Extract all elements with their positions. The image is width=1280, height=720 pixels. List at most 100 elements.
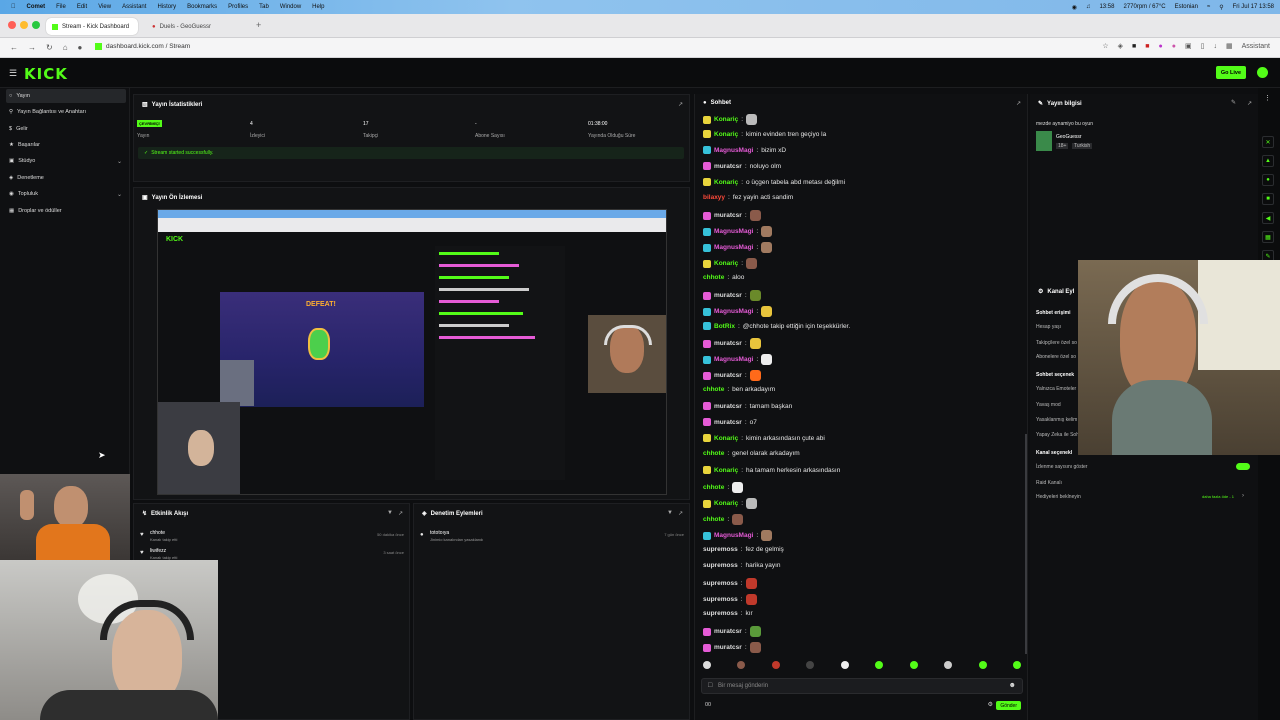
chat-scrollbar[interactable] <box>1025 434 1027 654</box>
setting-item[interactable]: Hesap yaşı <box>1036 324 1061 330</box>
chat-settings-icon[interactable]: □ <box>708 682 712 689</box>
chat-username[interactable]: BotRix <box>714 323 735 330</box>
keyboard-locale[interactable]: Estonian <box>1175 4 1198 10</box>
sidebar-item-droplar[interactable]: ▦ Droplar ve ödüller <box>6 204 126 218</box>
setting-item[interactable]: Abonelere özel so <box>1036 354 1076 360</box>
chat-username[interactable]: chhote <box>703 274 724 281</box>
download-icon[interactable]: ↓ <box>1213 43 1217 50</box>
menu-help[interactable]: Help <box>312 4 324 10</box>
chat-username[interactable]: chhote <box>703 450 724 457</box>
chat-username[interactable]: MagnusMagi <box>714 228 753 235</box>
emote-icon[interactable] <box>875 661 884 669</box>
chat-username[interactable]: supremoss <box>703 580 738 587</box>
tab-kick-dashboard[interactable]: Stream - Kick Dashboard <box>46 18 138 35</box>
sidebar-item-stream-key[interactable]: ⚲ Yayın Bağlantısı ve Anahtarı <box>6 105 126 119</box>
chat-username[interactable]: supremoss <box>703 546 738 553</box>
chat-username[interactable]: Konariç <box>714 131 738 138</box>
expand-icon[interactable]: ↗ <box>1247 100 1252 107</box>
go-live-button[interactable]: Go Live <box>1215 66 1246 79</box>
more-icon[interactable]: ⋮ <box>1264 94 1271 102</box>
home-icon[interactable]: ⌂ <box>63 43 68 52</box>
expand-icon[interactable]: ↗ <box>1016 100 1021 107</box>
forward-icon[interactable]: → <box>28 43 36 52</box>
moderation-user[interactable]: tototoıya <box>430 530 449 536</box>
search-icon[interactable]: ⚲ <box>1219 4 1223 11</box>
menu-history[interactable]: History <box>157 4 176 10</box>
chat-username[interactable]: chhote <box>703 516 724 523</box>
filter-icon[interactable]: ▼ <box>667 510 673 516</box>
setting-item[interactable]: Hediyeleri beklneyin <box>1036 494 1081 500</box>
chat-username[interactable]: bilaxyy <box>703 194 725 201</box>
sidebar-item-yayin[interactable]: ○ Yayın <box>6 89 126 103</box>
shield-icon[interactable]: ◈ <box>1118 42 1123 50</box>
menu-assistant[interactable]: Assistant <box>122 4 146 10</box>
quick-action-icon[interactable]: ▦ <box>1262 231 1274 243</box>
setting-item[interactable]: Yalnızca Emoteler <box>1036 386 1076 392</box>
sidebar-item-basarilar[interactable]: ★ Başarılar <box>6 138 126 152</box>
quick-action-icon[interactable]: ■ <box>1262 193 1274 205</box>
sidebar-item-gelir[interactable]: $ Gelir <box>6 122 126 136</box>
quick-action-icon[interactable]: ◀ <box>1262 212 1274 224</box>
chat-username[interactable]: Konariç <box>714 179 738 186</box>
chat-username[interactable]: MagnusMagi <box>714 244 753 251</box>
emote-icon[interactable] <box>978 661 987 669</box>
expand-icon[interactable]: ↗ <box>678 510 683 517</box>
chat-username[interactable]: supremoss <box>703 610 738 617</box>
chat-username[interactable]: MagnusMagi <box>714 356 753 363</box>
camera-icon[interactable]: ▣ <box>1185 42 1192 50</box>
emote-icon[interactable] <box>703 661 711 669</box>
avatar[interactable] <box>1257 67 1268 78</box>
extension-icon[interactable]: ■ <box>1132 43 1136 50</box>
chat-username[interactable]: muratcsr <box>714 419 742 426</box>
chat-username[interactable]: Konariç <box>714 260 738 267</box>
emoji-icon[interactable]: ☻ <box>1009 682 1016 689</box>
volume-icon[interactable]: ♫ <box>1086 4 1091 10</box>
apple-icon[interactable]:  <box>11 4 16 10</box>
minimize-window-icon[interactable] <box>20 21 28 29</box>
chat-username[interactable]: Konariç <box>714 116 738 123</box>
emote-icon[interactable] <box>771 661 780 669</box>
close-window-icon[interactable] <box>8 21 16 29</box>
emote-icon[interactable] <box>909 661 918 669</box>
chat-username[interactable]: muratcsr <box>714 163 742 170</box>
menu-edit[interactable]: Edit <box>77 4 87 10</box>
chevron-right-icon[interactable]: › <box>1242 493 1244 499</box>
setting-item[interactable]: Raid Kanalı <box>1036 480 1062 486</box>
menu-profiles[interactable]: Profiles <box>228 4 248 10</box>
expand-icon[interactable]: ↗ <box>398 510 403 517</box>
chat-username[interactable]: supremoss <box>703 562 738 569</box>
chat-username[interactable]: Konariç <box>714 500 738 507</box>
kick-logo[interactable]: KICK <box>24 65 68 83</box>
reload-icon[interactable]: ↻ <box>46 43 53 52</box>
mic-icon[interactable]: ● <box>78 43 83 52</box>
expand-icon[interactable]: ↗ <box>678 101 683 108</box>
chat-username[interactable]: muratcsr <box>714 292 742 299</box>
setting-item[interactable]: Yasaklanmış kelim <box>1036 417 1077 423</box>
chat-username[interactable]: MagnusMagi <box>714 532 753 539</box>
wifi-icon[interactable]: ≈ <box>1207 4 1210 10</box>
menu-app[interactable]: Comet <box>27 4 46 10</box>
zoom-window-icon[interactable] <box>32 21 40 29</box>
send-button[interactable]: Gönder <box>996 701 1021 710</box>
tab-geoguessr[interactable]: ● Duels - GeoGuessr <box>146 18 246 35</box>
menu-view[interactable]: View <box>98 4 111 10</box>
bookmark-star-icon[interactable]: ☆ <box>1102 42 1108 50</box>
setting-item[interactable]: Yapay Zeka ile Soh <box>1036 432 1079 438</box>
emote-icon[interactable] <box>840 661 849 669</box>
chat-username[interactable]: muratcsr <box>714 628 742 635</box>
chat-username[interactable]: muratcsr <box>714 372 742 379</box>
category-name[interactable]: GeoGuessr <box>1056 134 1082 140</box>
emote-icon[interactable] <box>737 661 746 669</box>
extension-icon[interactable]: ● <box>1159 43 1163 50</box>
new-tab-icon[interactable]: + <box>256 20 261 30</box>
sidebar-item-denetleme[interactable]: ◈ Denetleme <box>6 171 126 185</box>
filter-icon[interactable]: ▼ <box>387 510 393 516</box>
stream-preview[interactable]: KICK DEFEAT! <box>157 209 667 495</box>
menu-bookmarks[interactable]: Bookmarks <box>187 4 217 10</box>
extension-icon[interactable]: ● <box>1172 43 1176 50</box>
setting-item[interactable]: Takipçilere özel so <box>1036 340 1077 346</box>
chat-username[interactable]: Konariç <box>714 467 738 474</box>
back-icon[interactable]: ← <box>10 43 18 52</box>
extension-icon[interactable]: ■ <box>1145 43 1149 50</box>
chat-username[interactable]: chhote <box>703 386 724 393</box>
